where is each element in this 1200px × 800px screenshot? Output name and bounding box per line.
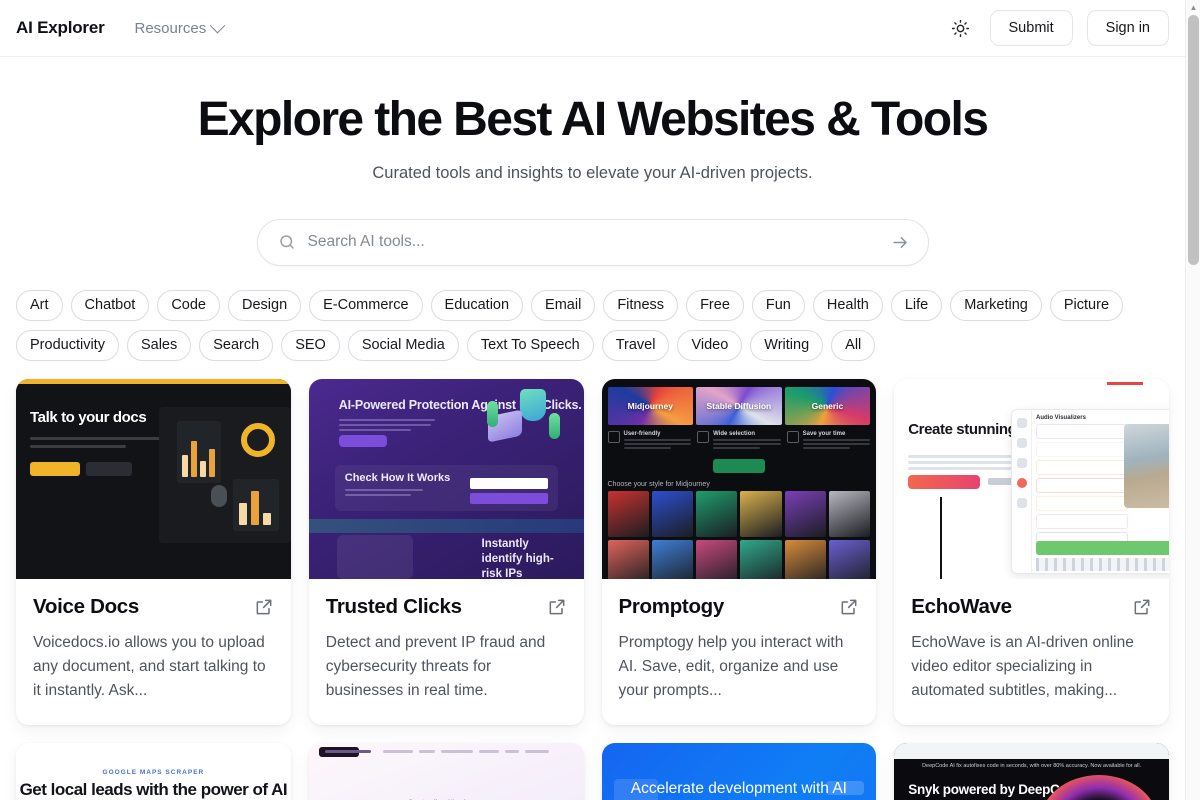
thumb-kicker: GOOGLE MAPS SCRAPER (102, 769, 205, 777)
tool-card[interactable]: Create clip with advance Craft viral vid… (308, 743, 584, 800)
category-tag-video[interactable]: Video (677, 329, 743, 362)
tool-card-title-row: EchoWave (911, 595, 1152, 619)
page-scrollbar[interactable]: ▲ (1185, 0, 1200, 800)
category-tag-marketing[interactable]: Marketing (950, 289, 1042, 321)
scrollbar-up-arrow-icon[interactable]: ▲ (1186, 0, 1200, 14)
tool-card-title-row: Voice Docs (33, 595, 274, 619)
category-tag-social-media[interactable]: Social Media (347, 329, 459, 362)
tool-card-title: Trusted Clicks (325, 595, 462, 619)
tool-card-thumbnail[interactable]: Accelerate development with AI (601, 743, 877, 800)
scrollbar-thumb[interactable] (1188, 15, 1199, 265)
top-navigation-bar: AI Explorer Resources Submit Sign in (0, 0, 1185, 57)
category-tag-seo[interactable]: SEO (281, 329, 340, 362)
category-tag-life[interactable]: Life (890, 289, 943, 321)
category-tag-e-commerce[interactable]: E-Commerce (309, 289, 423, 321)
tool-card[interactable]: DeepCode AI fix autofixes code in second… (894, 743, 1169, 800)
category-tag-travel[interactable]: Travel (601, 329, 670, 362)
category-tag-chatbot[interactable]: Chatbot (70, 289, 150, 321)
thumb-banner: DeepCode AI fix autofixes code in second… (922, 763, 1142, 770)
arrow-right-icon[interactable] (891, 233, 910, 252)
thumb-headline: Get local leads with the power of AI (19, 780, 288, 800)
hero-section: Explore the Best AI Websites & Tools Cur… (0, 57, 1185, 183)
thumb-headline: Accelerate development with AI (630, 780, 847, 798)
tool-card-title: Voice Docs (33, 595, 139, 619)
category-tag-writing[interactable]: Writing (750, 329, 824, 362)
tool-card-body: Trusted Clicks Detect and prevent IP frau… (309, 579, 584, 725)
search-bar[interactable] (256, 218, 929, 266)
tool-card[interactable]: Midjourney Stable Diffusion Generic User… (601, 379, 877, 726)
category-tag-art[interactable]: Art (16, 289, 63, 321)
category-tag-code[interactable]: Code (157, 289, 220, 321)
tool-card-body: Voice Docs Voicedocs.io allows you to upl… (16, 579, 291, 725)
page-viewport: AI Explorer Resources Submit Sign in Exp… (0, 0, 1185, 800)
category-tag-education[interactable]: Education (430, 289, 524, 321)
tool-card[interactable]: GOOGLE MAPS SCRAPER Get local leads with… (16, 743, 291, 800)
tool-card-thumbnail[interactable]: GOOGLE MAPS SCRAPER Get local leads with… (16, 743, 291, 800)
category-tag-picture[interactable]: Picture (1049, 289, 1124, 321)
tool-card-description: Detect and prevent IP fraud and cybersec… (325, 634, 546, 700)
tool-card[interactable]: Accelerate development with AI (601, 743, 877, 800)
tool-card-title-row: Promptogy (619, 595, 860, 619)
external-link-icon[interactable] (839, 597, 859, 617)
tool-card-thumbnail[interactable]: Talk to your docs (16, 379, 291, 580)
tool-card-thumbnail[interactable]: DeepCode AI fix autofixes code in second… (894, 743, 1169, 800)
category-tag-fitness[interactable]: Fitness (603, 289, 679, 321)
nav-item-resources[interactable]: Resources (134, 17, 226, 37)
tool-card-title: EchoWave (911, 595, 1012, 619)
thumb-footer-headline: Instantly identify high-risk IPs (481, 538, 554, 580)
sign-in-button[interactable]: Sign in (1086, 10, 1169, 46)
thumb-panel-title: Audio Visualizers (1036, 415, 1086, 422)
tool-card-thumbnail[interactable]: Create clip with advance Craft viral vid… (308, 743, 584, 800)
category-filter-list: Art Chatbot Code Design E-Commerce Education E… (0, 266, 1185, 362)
tool-card-description: Promptogy help you interact with AI. Sav… (618, 634, 844, 700)
tool-card[interactable]: AI-Powered Protection Against Bot Clicks… (308, 379, 584, 726)
category-tag-email[interactable]: Email (531, 289, 596, 321)
tool-card-thumbnail[interactable]: Midjourney Stable Diffusion Generic User… (601, 379, 877, 580)
external-link-icon[interactable] (547, 597, 567, 617)
category-tag-productivity[interactable]: Productivity (16, 329, 119, 362)
tool-card-description: EchoWave is an AI-driven online video ed… (911, 634, 1134, 700)
thumb-headline: Talk to your docs (30, 409, 147, 427)
tool-card-thumbnail[interactable]: Create stunning videos online Audio Visu… (894, 379, 1169, 580)
chevron-down-icon (209, 17, 226, 33)
page-subtitle: Curated tools and insights to elevate yo… (372, 163, 813, 182)
submit-button[interactable]: Submit (989, 10, 1073, 46)
tool-card[interactable]: Create stunning videos online Audio Visu… (894, 379, 1169, 726)
thumb-section-title: Check How It Works (344, 472, 451, 485)
tool-card-thumbnail[interactable]: AI-Powered Protection Against Bot Clicks… (308, 379, 584, 580)
category-tag-free[interactable]: Free (686, 289, 744, 321)
tool-card-grid: Talk to your docs Voice Docs Voicedocs.io… (0, 361, 1185, 800)
brand-logo[interactable]: AI Explorer (16, 18, 105, 38)
category-tag-design[interactable]: Design (228, 289, 302, 321)
category-tag-sales[interactable]: Sales (126, 329, 192, 362)
tool-card-title: Promptogy (618, 595, 725, 619)
page-title: Explore the Best AI Websites & Tools (197, 93, 989, 146)
external-link-icon[interactable] (1132, 597, 1152, 617)
tool-card-description: Voicedocs.io allows you to upload any do… (33, 634, 266, 700)
category-tag-health[interactable]: Health (812, 289, 883, 321)
search-input[interactable] (307, 233, 879, 252)
category-tag-search[interactable]: Search (199, 329, 274, 362)
category-tag-all[interactable]: All (831, 329, 876, 362)
external-link-icon[interactable] (254, 597, 274, 617)
tool-card-title-row: Trusted Clicks (326, 595, 567, 619)
sun-icon[interactable] (946, 13, 976, 43)
tool-card-body: Promptogy Promptogy help you interact wit… (602, 579, 877, 725)
nav-item-resources-label: Resources (134, 19, 207, 37)
header-actions: Submit Sign in (946, 10, 1169, 46)
search-section (0, 218, 1185, 266)
category-tag-fun[interactable]: Fun (751, 289, 805, 321)
tool-card-body: EchoWave EchoWave is an AI-driven online … (894, 579, 1169, 725)
search-icon (278, 233, 296, 251)
category-tag-text-to-speech[interactable]: Text To Speech (466, 329, 594, 362)
tool-card[interactable]: Talk to your docs Voice Docs Voicedocs.io… (16, 379, 291, 726)
thumb-caption: Choose your style for Midjourney (607, 481, 710, 489)
